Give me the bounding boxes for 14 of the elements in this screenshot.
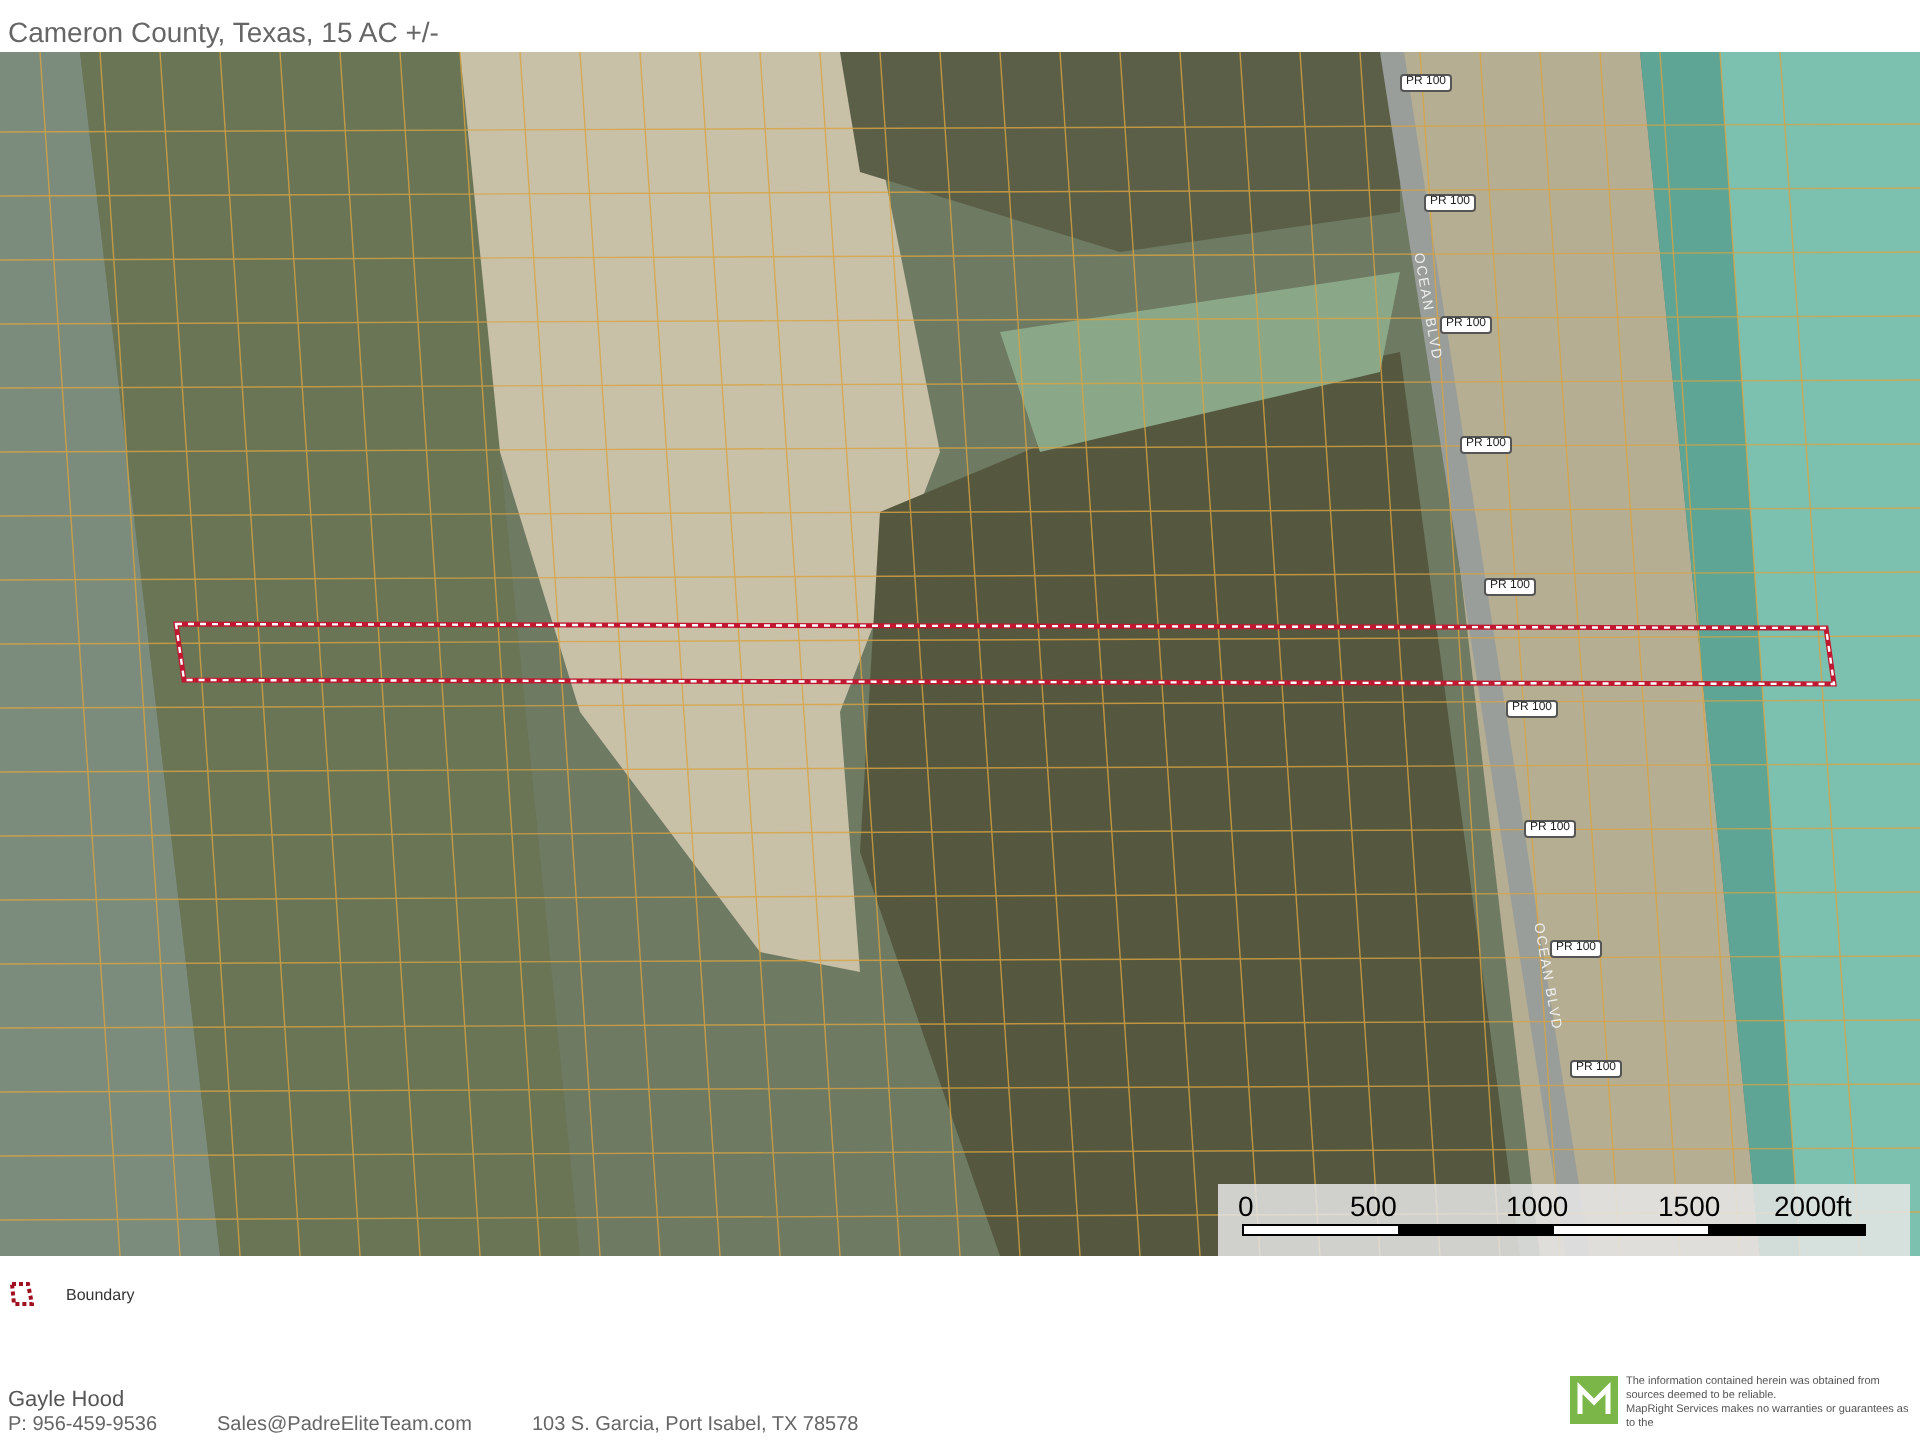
email-address: Sales@PadreEliteTeam.com <box>217 1414 472 1436</box>
scale-label: 0 <box>1238 1192 1254 1220</box>
logo-icon <box>1570 1376 1618 1424</box>
scale-label: 2000ft <box>1774 1192 1852 1220</box>
map-subtitle: Cameron County, Texas, 15 AC +/- <box>8 14 439 52</box>
scale-label: 500 <box>1350 1192 1397 1220</box>
legend-label: Boundary <box>66 1285 135 1303</box>
street-address: 103 S. Garcia, Port Isabel, TX 78578 <box>531 1414 859 1436</box>
boundary-icon <box>10 1282 34 1306</box>
scale-label: 1000 <box>1506 1192 1569 1220</box>
scale-label: 1500 <box>1658 1192 1721 1220</box>
agent-name: Gayle Hood <box>8 1388 127 1412</box>
phone-number: P: 956-459-9536 <box>8 1414 158 1436</box>
scale-ruler-icon <box>1242 1224 1866 1236</box>
